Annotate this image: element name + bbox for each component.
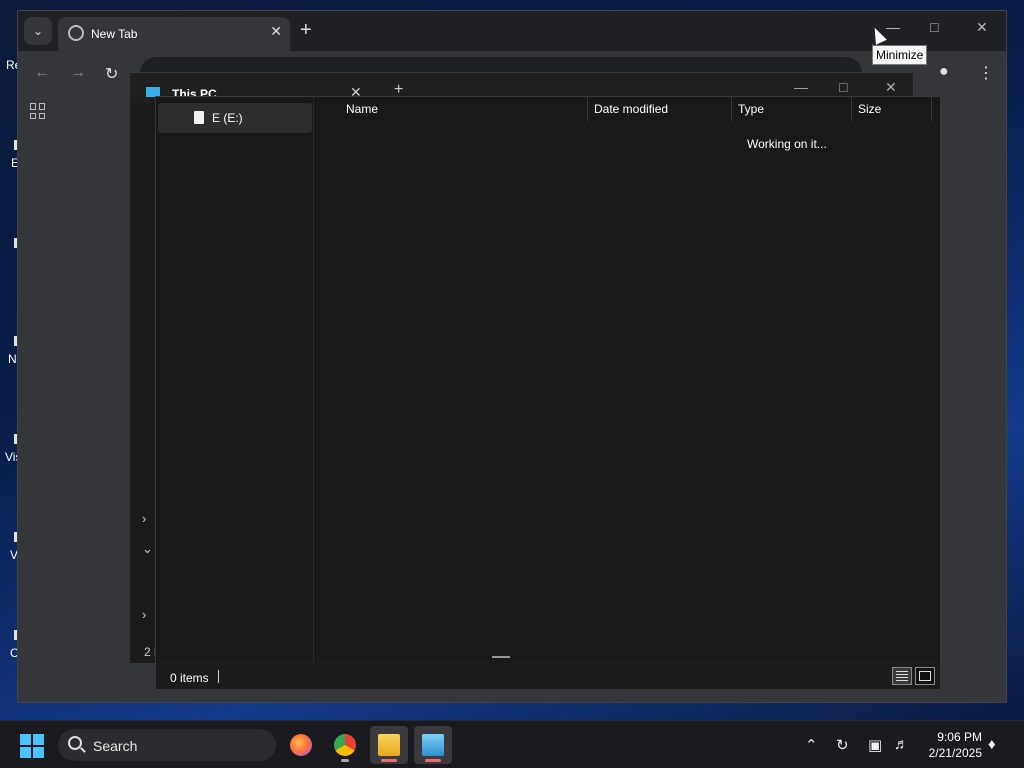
taskbar-file-explorer[interactable] [370,726,408,764]
search-placeholder: Search [93,738,138,754]
navigation-pane: E (E:) [156,97,314,663]
minimize-button[interactable]: — [794,79,808,95]
loading-message: Working on it... [747,137,827,151]
horizontal-scrollbar[interactable] [492,656,510,658]
column-header-type[interactable]: Type [738,102,764,116]
column-divider[interactable] [731,97,732,121]
explorer-back-nav: › ⌄ › [130,103,156,663]
system-clock[interactable]: 9:06 PM 2/21/2025 [920,729,982,761]
chrome-menu-icon[interactable]: ⋮ [978,63,994,83]
apps-grid-icon[interactable] [30,103,46,119]
close-button[interactable]: ✕ [885,79,897,96]
chevron-up-icon[interactable]: ⌃ [805,736,818,754]
clock-date: 2/21/2025 [928,746,982,760]
nav-item-drive-e[interactable]: E (E:) [158,103,312,133]
taskbar-control-panel[interactable] [414,726,452,764]
taskbar-search[interactable]: Search [58,729,276,761]
reload-icon[interactable]: ↻ [105,64,118,84]
control-panel-icon [422,734,444,756]
minimize-tooltip: Minimize [872,45,928,65]
desktop-icon-label[interactable]: N [8,352,17,366]
tiles-view-button[interactable] [915,667,935,685]
maximize-button[interactable]: □ [930,19,938,35]
explorer-window: E (E:) Name Date modified Type Size Work… [155,96,941,689]
chevron-right-icon[interactable]: › [142,511,146,526]
taskbar-firefox[interactable] [282,726,320,764]
column-header-name[interactable]: Name [346,102,378,116]
close-button[interactable]: ✕ [976,19,988,36]
column-divider[interactable] [851,97,852,121]
nav-item-label: E (E:) [212,111,243,125]
taskbar-chrome[interactable] [326,726,364,764]
chrome-tab-new-tab[interactable]: New Tab ✕ [58,17,290,51]
item-count: 0 items [170,671,209,685]
volume-muted-icon[interactable]: ♬ [894,736,909,753]
sync-icon[interactable]: ↻ [836,736,849,754]
maximize-button[interactable]: □ [839,79,847,95]
minimize-button[interactable]: — [886,19,900,35]
file-list: Name Date modified Type Size Working on … [316,97,940,663]
folder-icon [378,734,400,756]
column-divider[interactable] [587,97,588,121]
clock-time: 9:06 PM [937,730,982,744]
drive-icon [194,111,204,124]
globe-icon [68,25,84,41]
notification-bell-icon[interactable]: ♦ [988,736,996,753]
column-divider[interactable] [931,97,932,121]
column-header-size[interactable]: Size [858,102,881,116]
chevron-down-icon: ⌄ [32,24,44,38]
details-view-icon [896,671,908,681]
new-tab-button[interactable]: + [300,19,312,42]
taskbar: Search ⌃ ↻ ▣ ♬ 9:06 PM 2/21/2025 ♦ [0,720,1024,768]
status-separator [218,670,219,683]
close-tab-icon[interactable]: ✕ [270,23,282,40]
chevron-down-icon[interactable]: ⌄ [142,541,153,557]
forward-icon[interactable]: → [70,64,86,82]
details-view-button[interactable] [892,667,912,685]
tiles-view-icon [919,671,931,681]
network-icon[interactable]: ▣ [868,736,882,754]
back-icon[interactable]: ← [34,64,50,82]
column-header-date-modified[interactable]: Date modified [594,102,668,116]
chrome-tab-strip: ⌄ New Tab ✕ + — □ ✕ [18,11,1006,51]
profile-icon[interactable]: ● [939,63,949,81]
chevron-right-icon[interactable]: › [142,607,146,622]
tab-title: New Tab [91,27,138,41]
chrome-icon [334,734,356,756]
status-bar: 0 items [156,663,940,689]
firefox-icon [290,734,312,756]
tab-search-button[interactable]: ⌄ [24,17,52,45]
start-button[interactable] [20,734,44,758]
